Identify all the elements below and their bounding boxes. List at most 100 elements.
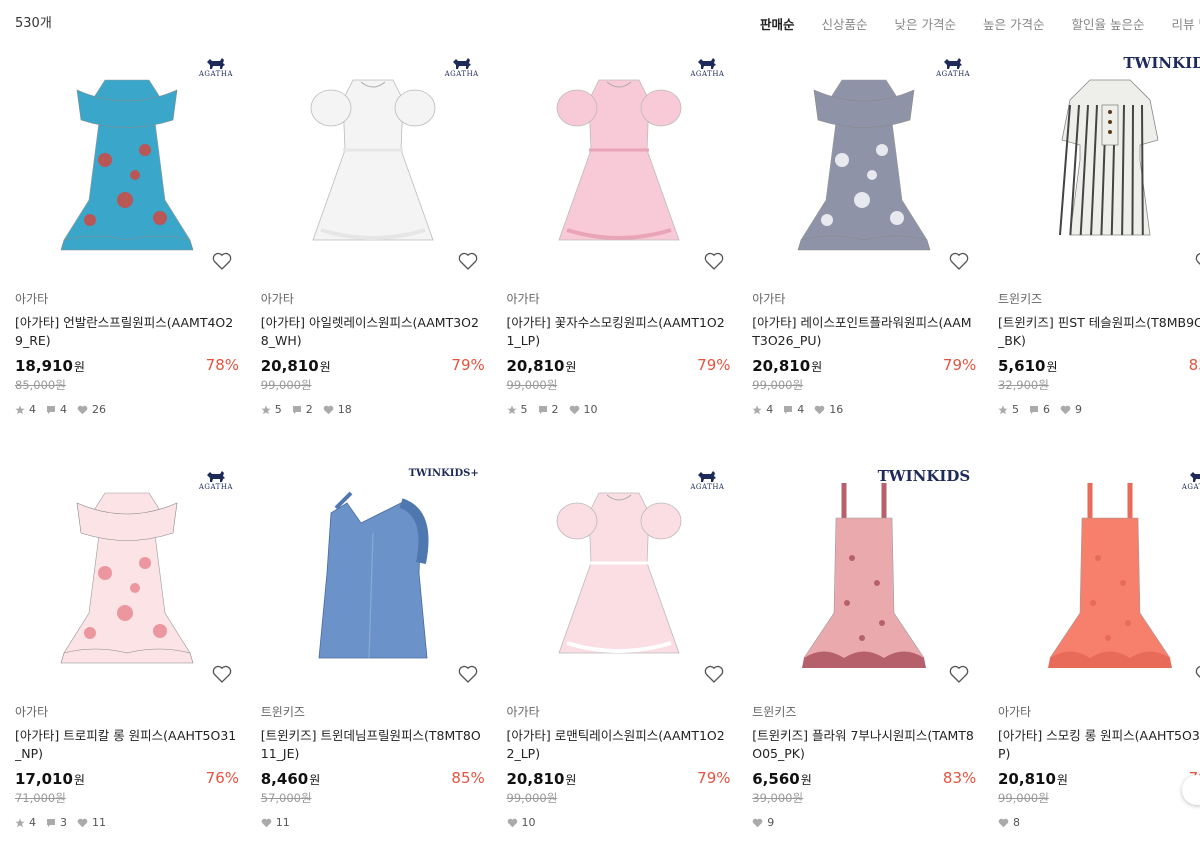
- product-title[interactable]: [아가타] 레이스포인트플라워원피스(AAMT3O26_PU): [752, 314, 976, 350]
- product-title[interactable]: [아가타] 꽃자수스모킹원피스(AAMT1O21_LP): [507, 314, 731, 350]
- sale-price: 20,810원: [261, 357, 331, 375]
- product-image[interactable]: TWINKIDS+: [260, 463, 485, 691]
- product-image[interactable]: AGATHA: [752, 50, 977, 278]
- wishlist-heart-icon[interactable]: [457, 250, 479, 272]
- product-title[interactable]: [아가타] 스모킹 롱 원피스(AAHT5O32_PP): [998, 727, 1200, 763]
- price-row: 18,910원 78%: [15, 356, 239, 376]
- product-card[interactable]: AGATHA 아가타 [아가타] 트로피칼 롱 원피스(AAHT5O31_NP)…: [15, 463, 239, 829]
- currency-unit: 원: [811, 360, 823, 374]
- product-image[interactable]: AGATHA: [15, 50, 239, 278]
- wishlist-heart-icon[interactable]: [948, 663, 970, 685]
- product-card[interactable]: AGATHA 아가타 [아가타] 로맨틱레이스원피스(AAMT1O22_LP) …: [506, 463, 731, 829]
- rating-stat: 5: [506, 403, 528, 416]
- scottie-dog-icon: [206, 471, 225, 482]
- dress-image: [60, 79, 194, 251]
- sort-option[interactable]: 높은 가격순: [983, 14, 1044, 33]
- product-brand[interactable]: 아가타: [507, 290, 731, 308]
- review-count: 6: [1043, 403, 1050, 416]
- sale-price: 5,610원: [998, 357, 1058, 375]
- rating-stat: 5: [998, 403, 1019, 416]
- product-brand[interactable]: 아가타: [507, 703, 731, 721]
- dress-image: [556, 79, 681, 241]
- product-brand[interactable]: 트윈키즈: [261, 703, 485, 721]
- product-card[interactable]: AGATHA 아가타 [아가타] 레이스포인트플라워원피스(AAMT3O26_P…: [752, 50, 977, 416]
- like-count: 10: [583, 403, 598, 416]
- rating-stat: 4: [752, 403, 773, 416]
- price-row: 8,460원 85%: [261, 769, 485, 789]
- product-image[interactable]: TWINKIDS: [752, 463, 977, 691]
- sale-price-value: 20,810: [506, 770, 565, 788]
- price-row: 20,810원 79%: [752, 356, 976, 376]
- agatha-logo-text: AGATHA: [690, 70, 725, 78]
- original-price: 71,000원: [15, 791, 66, 805]
- like-stat: 18: [323, 403, 352, 416]
- review-count: 2: [551, 403, 559, 416]
- wishlist-heart-icon[interactable]: [211, 663, 233, 685]
- product-brand[interactable]: 아가타: [15, 703, 239, 721]
- wishlist-heart-icon[interactable]: [1194, 663, 1200, 685]
- sort-option[interactable]: 낮은 가격순: [895, 14, 956, 33]
- product-title[interactable]: [트윈키즈] 플라워 7부나시원피스(TAMT8O05_PK): [752, 727, 976, 763]
- product-card[interactable]: TWINKIDS 트윈키즈 [트윈키즈] 플라워 7부나시원피스(TAMT8O0…: [752, 463, 977, 829]
- product-brand[interactable]: 아가타: [998, 703, 1200, 721]
- product-card[interactable]: TWINKIDS+ 트윈키즈 [트윈키즈] 트윈데님프릴원피스(T8MT8O11…: [260, 463, 485, 829]
- product-image[interactable]: AGATHA: [506, 463, 731, 691]
- product-brand[interactable]: 아가타: [752, 290, 976, 308]
- product-image[interactable]: AGATHA: [260, 50, 485, 278]
- review-stat: 2: [538, 403, 559, 416]
- heart-filled-icon: [569, 405, 579, 414]
- discount-rate: 78%: [205, 356, 239, 374]
- product-image[interactable]: TWINKIDS: [998, 50, 1200, 278]
- twinkids-logo-text: TWINKIDS+: [408, 468, 479, 479]
- sale-price-value: 5,610: [998, 357, 1046, 375]
- product-brand[interactable]: 트윈키즈: [752, 703, 976, 721]
- like-count: 18: [337, 403, 352, 416]
- original-price: 99,000원: [752, 378, 804, 392]
- product-brand[interactable]: 트윈키즈: [998, 290, 1200, 308]
- sort-option[interactable]: 할인율 높은순: [1072, 14, 1145, 33]
- star-icon: [15, 818, 25, 827]
- twinkids-logo-text: TWINKIDS: [877, 467, 971, 485]
- discount-rate: 76%: [205, 769, 239, 787]
- wishlist-heart-icon[interactable]: [948, 250, 970, 272]
- agatha-logo: AGATHA: [199, 56, 233, 78]
- product-title[interactable]: [트윈키즈] 트윈데님프릴원피스(T8MT8O11_JE): [261, 727, 485, 763]
- wishlist-heart-icon[interactable]: [457, 663, 479, 685]
- sort-option[interactable]: 신상품순: [822, 14, 868, 33]
- product-image[interactable]: AGATHA: [15, 463, 239, 691]
- product-card[interactable]: AGATHA 아가타 [아가타] 스모킹 롱 원피스(AAHT5O32_PP) …: [998, 463, 1200, 829]
- product-card[interactable]: TWINKIDS 트윈키즈 [트윈키즈] 핀ST 테슬원피스(T8MB9O98_…: [998, 50, 1200, 416]
- product-title[interactable]: [아가타] 로맨틱레이스원피스(AAMT1O22_LP): [507, 727, 731, 763]
- original-price: 99,000원: [506, 378, 558, 392]
- star-icon: [998, 405, 1008, 414]
- product-card[interactable]: AGATHA 아가타 [아가타] 언발란스프릴원피스(AAMT4O29_RE) …: [15, 50, 239, 416]
- product-title[interactable]: [아가타] 트로피칼 롱 원피스(AAHT5O31_NP): [15, 727, 239, 763]
- like-stat: 10: [569, 403, 598, 416]
- product-image[interactable]: AGATHA: [998, 463, 1200, 691]
- star-icon: [15, 405, 25, 414]
- product-image[interactable]: AGATHA: [506, 50, 731, 278]
- wishlist-heart-icon[interactable]: [211, 250, 233, 272]
- product-stats: 8: [998, 816, 1200, 829]
- discount-rate: 79%: [451, 356, 485, 374]
- wishlist-heart-icon[interactable]: [703, 663, 725, 685]
- product-card[interactable]: AGATHA 아가타 [아가타] 꽃자수스모킹원피스(AAMT1O21_LP) …: [506, 50, 731, 416]
- rating-value: 4: [766, 403, 774, 416]
- product-brand[interactable]: 아가타: [261, 290, 485, 308]
- product-card[interactable]: AGATHA 아가타 [아가타] 아일렛레이스원피스(AAMT3O28_WH) …: [260, 50, 485, 416]
- product-brand[interactable]: 아가타: [15, 290, 239, 308]
- product-title[interactable]: [아가타] 언발란스프릴원피스(AAMT4O29_RE): [15, 314, 239, 350]
- wishlist-heart-icon[interactable]: [1194, 250, 1200, 272]
- product-title[interactable]: [아가타] 아일렛레이스원피스(AAMT3O28_WH): [261, 314, 485, 350]
- dress-image: [1048, 483, 1172, 668]
- wishlist-heart-icon[interactable]: [703, 250, 725, 272]
- scottie-dog-icon: [944, 58, 963, 69]
- sort-option[interactable]: 판매순: [760, 14, 795, 33]
- sale-price: 20,810원: [507, 357, 577, 375]
- sort-option[interactable]: 리뷰 많은순: [1171, 14, 1200, 33]
- review-stat: 6: [1029, 403, 1050, 416]
- rating-value: 4: [29, 403, 36, 416]
- sale-price: 18,910원: [15, 357, 85, 375]
- currency-unit: 원: [309, 773, 321, 787]
- product-title[interactable]: [트윈키즈] 핀ST 테슬원피스(T8MB9O98_BK): [998, 314, 1200, 350]
